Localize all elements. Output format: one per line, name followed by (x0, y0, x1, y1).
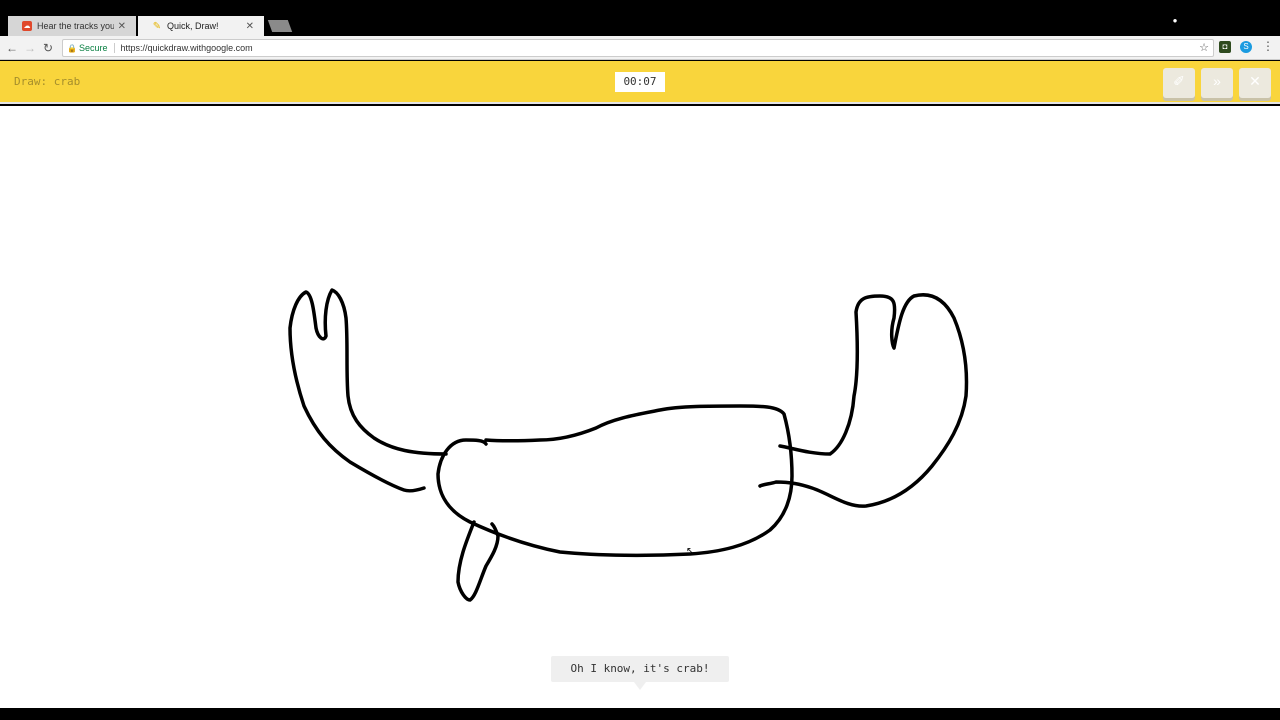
eraser-icon: ✐ (1173, 73, 1185, 89)
skip-button[interactable]: » (1201, 68, 1233, 98)
guess-bubble-tail (634, 682, 646, 690)
close-button[interactable]: ✕ (1239, 68, 1271, 98)
quickdraw-icon: ✎ (152, 20, 162, 32)
secure-label: Secure (79, 43, 115, 53)
tab-quickdraw[interactable]: ✎ Quick, Draw! ✕ (138, 16, 264, 36)
soundcloud-icon: ☁ (22, 21, 32, 31)
url-text: https://quickdraw.withgoogle.com (120, 43, 253, 53)
crab-drawing (288, 288, 969, 602)
browser-toolbar: ← → ↻ 🔒 Secure https://quickdraw.withgoo… (0, 36, 1280, 60)
tab-title: Quick, Draw! (167, 21, 219, 31)
address-bar[interactable]: 🔒 Secure https://quickdraw.withgoogle.co… (62, 39, 1214, 57)
stroke-left-claw (288, 288, 448, 493)
profile-icon[interactable]: ● (1170, 16, 1180, 26)
new-tab-button[interactable] (267, 20, 293, 32)
bottom-bar (0, 708, 1280, 720)
tab-close-icon[interactable]: ✕ (246, 21, 254, 32)
guess-bubble: Oh I know, it's crab! (551, 656, 729, 682)
skype-icon[interactable]: S (1240, 41, 1252, 53)
skip-icon: » (1213, 73, 1221, 89)
stroke-body (436, 404, 794, 558)
timer: 00:07 (615, 72, 665, 92)
draw-prompt: Draw: crab (14, 75, 81, 88)
bookmark-star-icon[interactable]: ☆ (1199, 41, 1209, 54)
extension-icon[interactable]: ◘ (1219, 41, 1231, 53)
browser-tabstrip: ☁ Hear the tracks you've li ✕ ✎ Quick, D… (0, 0, 1280, 36)
game-header: Draw: crab 00:07 ✐ » ✕ (0, 61, 1280, 104)
clear-button[interactable]: ✐ (1163, 68, 1195, 98)
reload-icon[interactable]: ↻ (39, 39, 57, 57)
close-icon: ✕ (1249, 73, 1261, 89)
browser-menu-icon[interactable]: ⋮ (1262, 39, 1274, 53)
forward-icon[interactable]: → (21, 39, 39, 57)
lock-icon: 🔒 (67, 43, 77, 53)
stroke-leg (456, 520, 500, 602)
drawing-canvas[interactable]: ↖ Oh I know, it's crab! (0, 106, 1280, 708)
tab-title: Hear the tracks you've li (37, 21, 114, 31)
back-icon[interactable]: ← (3, 39, 21, 57)
mouse-cursor-icon: ↖ (686, 546, 695, 557)
tab-close-icon[interactable]: ✕ (118, 21, 126, 32)
tab-soundcloud[interactable]: ☁ Hear the tracks you've li ✕ (8, 16, 136, 36)
